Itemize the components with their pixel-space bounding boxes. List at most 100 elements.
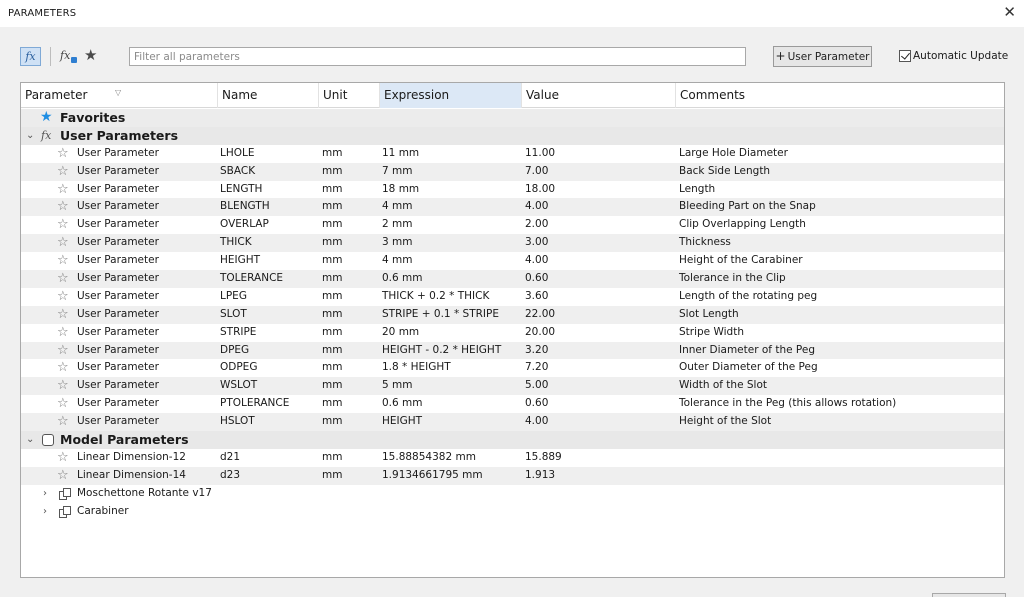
- table-row[interactable]: ☆ User Parameter BLENGTH mm 4 mm 4.00 Bleeding…: [21, 198, 1004, 217]
- expression-cell[interactable]: 3 mm: [382, 234, 412, 252]
- table-row[interactable]: ☆ User Parameter SBACK mm 7 mm 7.00 Back Side …: [21, 162, 1004, 181]
- expression-cell[interactable]: 1.9134661795 mm: [382, 467, 483, 485]
- comment-cell[interactable]: Bleeding Part on the Snap: [679, 198, 816, 216]
- star-outline-icon[interactable]: ☆: [57, 395, 69, 413]
- expression-cell[interactable]: 4 mm: [382, 252, 412, 270]
- expression-cell[interactable]: 18 mm: [382, 181, 419, 199]
- table-row[interactable]: ☆ Linear Dimension-12 d21 mm 15.88854382 mm 1…: [21, 449, 1004, 467]
- star-outline-icon[interactable]: ☆: [57, 342, 69, 360]
- expression-cell[interactable]: 2 mm: [382, 216, 412, 234]
- chevron-down-icon[interactable]: ⌄: [26, 127, 34, 145]
- expression-cell[interactable]: 0.6 mm: [382, 270, 423, 288]
- table-row[interactable]: ☆ User Parameter SLOT mm STRIPE + 0.1 * STRI…: [21, 305, 1004, 324]
- column-header-value[interactable]: Value: [522, 83, 676, 108]
- comment-cell[interactable]: Length of the rotating peg: [679, 288, 817, 306]
- component-row[interactable]: › Carabiner: [21, 503, 1004, 521]
- close-icon[interactable]: ✕: [1003, 4, 1016, 20]
- star-outline-icon[interactable]: ☆: [57, 252, 69, 270]
- table-row[interactable]: ☆ User Parameter ODPEG mm 1.8 * HEIGHT 7.20 Ou…: [21, 359, 1004, 377]
- column-header-comments[interactable]: Comments: [676, 83, 1004, 108]
- automatic-update-toggle[interactable]: Automatic Update: [899, 49, 1008, 63]
- comment-cell[interactable]: Inner Diameter of the Peg: [679, 342, 815, 360]
- star-outline-icon[interactable]: ☆: [57, 449, 69, 467]
- table-row[interactable]: ☆ User Parameter STRIPE mm 20 mm 20.00 Stripe …: [21, 324, 1004, 342]
- automatic-update-checkbox[interactable]: [899, 50, 911, 62]
- table-row[interactable]: ☆ User Parameter WSLOT mm 5 mm 5.00 Width of t…: [21, 377, 1004, 396]
- column-header-unit[interactable]: Unit: [319, 83, 380, 108]
- table-row[interactable]: ☆ User Parameter PTOLERANCE mm 0.6 mm 0.60 Tol…: [21, 395, 1004, 413]
- comment-cell[interactable]: Tolerance in the Clip: [679, 270, 786, 288]
- chevron-right-icon[interactable]: ›: [43, 485, 47, 503]
- expression-cell[interactable]: 0.6 mm: [382, 395, 423, 413]
- comment-cell[interactable]: Height of the Carabiner: [679, 252, 803, 270]
- expression-cell[interactable]: THICK + 0.2 * THICK: [382, 288, 489, 306]
- table-row[interactable]: ☆ User Parameter DPEG mm HEIGHT - 0.2 * HEIG…: [21, 341, 1004, 360]
- filter-input[interactable]: [129, 47, 746, 66]
- comment-cell[interactable]: Clip Overlapping Length: [679, 216, 806, 234]
- table-body: ★ Favorites ⌄ fx User Parameters ☆ User Parame…: [21, 109, 1004, 520]
- star-outline-icon[interactable]: ☆: [57, 270, 69, 288]
- group-row-model-parameters[interactable]: ⌄ Model Parameters: [21, 431, 1004, 449]
- chevron-down-icon[interactable]: ⌄: [26, 431, 34, 449]
- comment-cell[interactable]: Thickness: [679, 234, 731, 252]
- fx-toggle-icon[interactable]: fx: [20, 47, 41, 66]
- ok-button[interactable]: [932, 593, 1006, 597]
- comment-cell[interactable]: Outer Diameter of the Peg: [679, 359, 818, 377]
- table-row[interactable]: ☆ User Parameter OVERLAP mm 2 mm 2.00 Clip Ove…: [21, 216, 1004, 234]
- star-outline-icon[interactable]: ☆: [57, 198, 69, 216]
- comment-cell[interactable]: Slot Length: [679, 306, 739, 324]
- star-outline-icon[interactable]: ☆: [57, 413, 69, 431]
- expression-cell[interactable]: 5 mm: [382, 377, 412, 395]
- comment-cell[interactable]: Stripe Width: [679, 324, 744, 342]
- expression-cell[interactable]: HEIGHT: [382, 413, 422, 431]
- star-outline-icon[interactable]: ☆: [57, 324, 69, 342]
- unit-cell: mm: [322, 236, 343, 249]
- comment-cell[interactable]: Tolerance in the Peg (this allows rotati…: [679, 395, 896, 413]
- unit-cell: mm: [322, 164, 343, 177]
- expression-cell[interactable]: 11 mm: [382, 145, 419, 163]
- expression-cell[interactable]: 1.8 * HEIGHT: [382, 359, 451, 377]
- expression-cell[interactable]: 20 mm: [382, 324, 419, 342]
- add-user-parameter-button[interactable]: + User Parameter: [773, 46, 872, 67]
- comment-cell[interactable]: Length: [679, 181, 715, 199]
- column-header-name[interactable]: Name: [218, 83, 319, 108]
- column-header-parameter[interactable]: Parameter ▽: [21, 83, 218, 108]
- fx-filter-icon[interactable]: fx: [60, 47, 78, 66]
- expression-cell[interactable]: 4 mm: [382, 198, 412, 216]
- value-cell: 3.00: [525, 236, 549, 249]
- star-outline-icon[interactable]: ☆: [57, 377, 69, 395]
- parameter-cell: User Parameter: [77, 397, 159, 410]
- star-outline-icon[interactable]: ☆: [57, 163, 69, 181]
- table-row[interactable]: ☆ User Parameter LHOLE mm 11 mm 11.00 Large Ho…: [21, 145, 1004, 163]
- expression-cell[interactable]: STRIPE + 0.1 * STRIPE: [382, 306, 499, 324]
- star-outline-icon[interactable]: ☆: [57, 216, 69, 234]
- table-row[interactable]: ☆ User Parameter LENGTH mm 18 mm 18.00 Length: [21, 181, 1004, 199]
- comment-cell[interactable]: Back Side Length: [679, 163, 770, 181]
- comment-cell[interactable]: Width of the Slot: [679, 377, 767, 395]
- star-outline-icon[interactable]: ☆: [57, 145, 69, 163]
- star-outline-icon[interactable]: ☆: [57, 181, 69, 199]
- chevron-right-icon[interactable]: ›: [43, 503, 47, 521]
- comment-cell[interactable]: Large Hole Diameter: [679, 145, 788, 163]
- star-outline-icon[interactable]: ☆: [57, 288, 69, 306]
- table-row[interactable]: ☆ User Parameter HEIGHT mm 4 mm 4.00 Height of…: [21, 252, 1004, 270]
- star-outline-icon[interactable]: ☆: [57, 306, 69, 324]
- component-row[interactable]: › Moschettone Rotante v17: [21, 485, 1004, 503]
- table-row[interactable]: ☆ User Parameter TOLERANCE mm 0.6 mm 0.60 Tole…: [21, 270, 1004, 288]
- value-cell: 1.913: [525, 468, 556, 481]
- column-header-expression[interactable]: Expression: [380, 83, 522, 108]
- star-outline-icon[interactable]: ☆: [57, 359, 69, 377]
- group-row-user-parameters[interactable]: ⌄ fx User Parameters: [21, 126, 1004, 145]
- favorites-filter-star-icon[interactable]: ★: [84, 46, 97, 65]
- group-row-favorites[interactable]: ★ Favorites: [21, 109, 1004, 127]
- table-row[interactable]: ☆ Linear Dimension-14 d23 mm 1.9134661795 mm…: [21, 466, 1004, 485]
- star-outline-icon[interactable]: ☆: [57, 467, 69, 485]
- expression-cell[interactable]: HEIGHT - 0.2 * HEIGHT: [382, 342, 501, 360]
- table-row[interactable]: ☆ User Parameter LPEG mm THICK + 0.2 * THICK…: [21, 288, 1004, 306]
- comment-cell[interactable]: Height of the Slot: [679, 413, 771, 431]
- table-row[interactable]: ☆ User Parameter HSLOT mm HEIGHT 4.00 Height o…: [21, 413, 1004, 432]
- table-row[interactable]: ☆ User Parameter THICK mm 3 mm 3.00 Thickness: [21, 234, 1004, 253]
- expression-cell[interactable]: 15.88854382 mm: [382, 449, 476, 467]
- star-outline-icon[interactable]: ☆: [57, 234, 69, 252]
- expression-cell[interactable]: 7 mm: [382, 163, 412, 181]
